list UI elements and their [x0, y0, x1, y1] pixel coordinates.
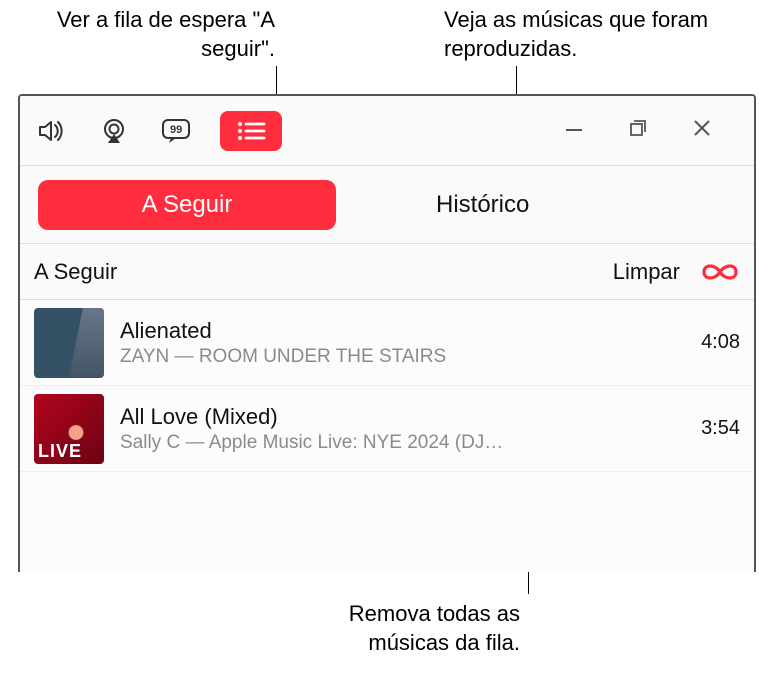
callout-clear: Remova todas as músicas da fila.	[290, 600, 520, 657]
close-button[interactable]	[692, 118, 712, 143]
svg-text:99: 99	[170, 124, 182, 136]
track-list: Alienated ZAYN — ROOM UNDER THE STAIRS 4…	[20, 300, 754, 472]
clear-queue-label: Limpar	[613, 259, 680, 284]
minimize-button[interactable]	[564, 118, 584, 143]
track-row[interactable]: Alienated ZAYN — ROOM UNDER THE STAIRS 4…	[20, 300, 754, 386]
track-subtitle: ZAYN — ROOM UNDER THE STAIRS	[120, 346, 687, 368]
music-queue-panel: 99	[18, 94, 756, 572]
track-title: All Love (Mixed)	[120, 404, 687, 430]
track-info: All Love (Mixed) Sally C — Apple Music L…	[120, 404, 687, 454]
tab-up-next-label: A Seguir	[142, 191, 233, 219]
maximize-button[interactable]	[628, 118, 648, 143]
track-artwork	[34, 308, 104, 378]
track-subtitle: Sally C — Apple Music Live: NYE 2024 (DJ…	[120, 432, 687, 454]
toolbar: 99	[20, 96, 754, 166]
tab-history[interactable]: Histórico	[436, 191, 529, 219]
track-info: Alienated ZAYN — ROOM UNDER THE STAIRS	[120, 318, 687, 368]
window-controls	[564, 118, 740, 143]
clear-queue-button[interactable]: Limpar	[613, 259, 680, 285]
track-artwork	[34, 394, 104, 464]
airplay-icon[interactable]	[96, 113, 132, 149]
callout-queue: Ver a fila de espera "A seguir".	[50, 6, 275, 63]
track-title: Alienated	[120, 318, 687, 344]
track-row[interactable]: All Love (Mixed) Sally C — Apple Music L…	[20, 386, 754, 472]
lyrics-icon[interactable]: 99	[158, 113, 194, 149]
callout-history: Veja as músicas que foram reproduzidas.	[444, 6, 764, 63]
track-duration: 4:08	[701, 331, 740, 354]
track-duration: 3:54	[701, 417, 740, 440]
queue-button[interactable]	[220, 111, 282, 151]
tab-up-next[interactable]: A Seguir	[38, 180, 336, 230]
queue-tabs: A Seguir Histórico	[20, 166, 754, 244]
section-title: A Seguir	[34, 259, 117, 285]
section-header: A Seguir Limpar	[20, 244, 754, 300]
volume-icon[interactable]	[34, 113, 70, 149]
tab-history-label: Histórico	[436, 191, 529, 218]
autoplay-infinity-button[interactable]	[700, 261, 740, 283]
